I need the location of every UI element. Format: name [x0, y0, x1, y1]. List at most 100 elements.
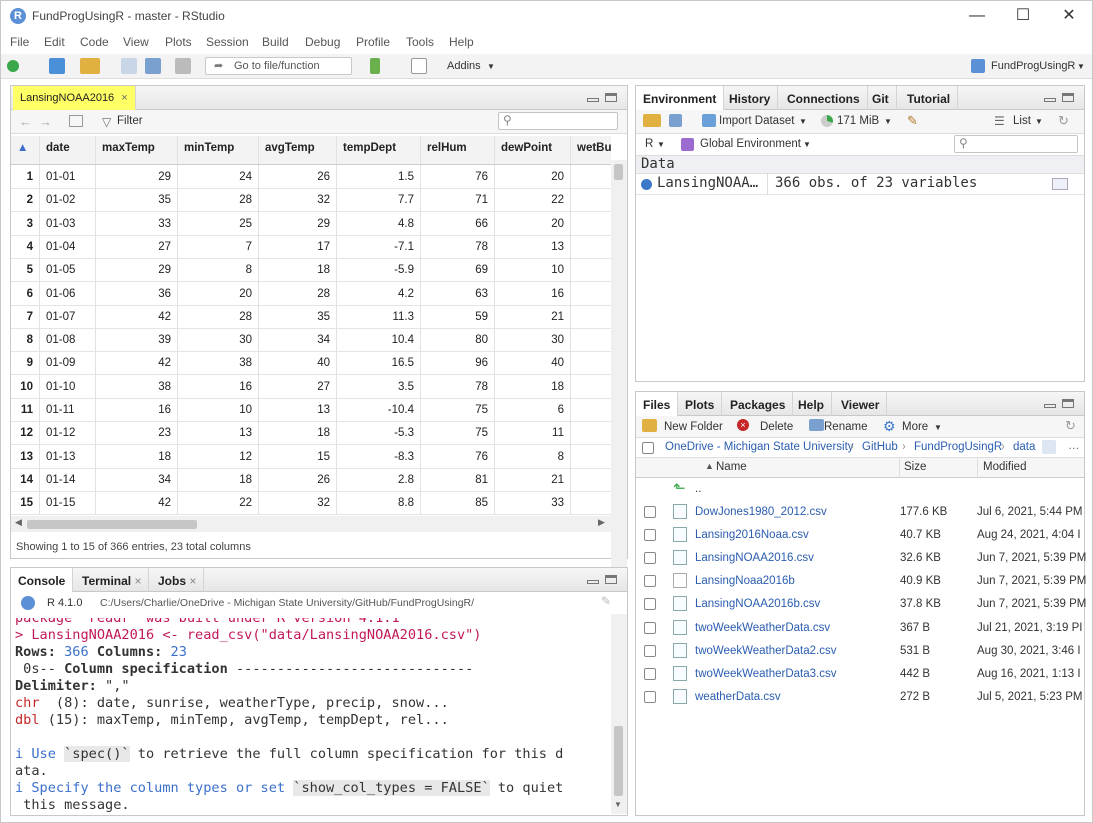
scroll-right-icon[interactable]: ▶	[598, 517, 605, 528]
workspace-panes-icon[interactable]	[411, 58, 427, 74]
expand-item-icon[interactable]	[641, 179, 652, 190]
col-header-dewpoint[interactable]: dewPoint	[495, 136, 571, 164]
save-workspace-icon[interactable]	[669, 114, 682, 127]
tab-console[interactable]: Console	[11, 568, 74, 592]
import-dataset-button[interactable]: Import Dataset	[719, 115, 794, 127]
grid-hscroll-thumb[interactable]	[27, 520, 197, 529]
sort-icon[interactable]: ▲	[11, 136, 40, 164]
file-row-parent[interactable]: ⬑ ..	[636, 478, 1084, 501]
file-checkbox[interactable]	[644, 644, 656, 657]
rename-button[interactable]: Rename	[824, 421, 867, 433]
tab-viewer[interactable]: Viewer	[834, 392, 888, 416]
view-data-icon[interactable]	[1052, 178, 1068, 190]
minimize-button[interactable]: —	[957, 5, 997, 27]
project-menu[interactable]: FundProgUsingR	[991, 60, 1075, 72]
file-row[interactable]: Lansing2016Noaa.csv 40.7 KB Aug 24, 2021, …	[636, 524, 1084, 547]
tab-history[interactable]: History	[722, 86, 779, 110]
col-header-avgtemp[interactable]: avgTemp	[259, 136, 337, 164]
col-header-wetbulbtemp[interactable]: wetBulbTe	[571, 136, 611, 164]
scroll-left-icon[interactable]: ◀	[15, 517, 22, 528]
files-maximize-icon[interactable]	[1062, 399, 1074, 408]
new-project-icon[interactable]	[49, 58, 65, 74]
file-checkbox[interactable]	[644, 552, 656, 565]
menu-session[interactable]: Session	[206, 35, 249, 49]
file-row[interactable]: LansingNOAA2016.csv 32.6 KB Jun 7, 2021, 5…	[636, 547, 1086, 570]
menu-tools[interactable]: Tools	[406, 35, 434, 49]
environment-search-input[interactable]: ⚲	[954, 135, 1078, 153]
file-checkbox[interactable]	[644, 667, 656, 680]
files-minimize-icon[interactable]	[1044, 404, 1056, 408]
refresh-icon[interactable]: ↻	[1058, 113, 1069, 129]
col-header-relhum[interactable]: relHum	[421, 136, 495, 164]
filter-icon[interactable]: ▽	[102, 115, 111, 129]
memory-usage[interactable]: 171 MiB	[837, 115, 879, 127]
menu-plots[interactable]: Plots	[165, 35, 192, 49]
file-row[interactable]: LansingNoaa2016b 40.9 KB Jun 7, 2021, 5:39…	[636, 570, 1086, 593]
file-row[interactable]: DowJones1980_2012.csv 177.6 KB Jul 6, 2021…	[636, 501, 1084, 524]
grid-vertical-scrollbar[interactable]	[611, 160, 627, 590]
file-row[interactable]: weatherData.csv 272 B Jul 5, 2021, 5:23 PM	[636, 686, 1084, 709]
git-icon[interactable]	[370, 58, 380, 74]
addins-menu[interactable]: Addins	[447, 60, 481, 72]
clear-console-icon[interactable]: ✎	[601, 594, 611, 608]
select-all-checkbox[interactable]	[642, 442, 654, 454]
forward-arrow-icon[interactable]: →	[39, 114, 52, 129]
header-size[interactable]: Size	[899, 458, 926, 478]
console-scroll-down-icon[interactable]: ▼	[614, 800, 622, 809]
file-name[interactable]: Lansing2016Noaa.csv	[695, 529, 809, 541]
env-maximize-icon[interactable]	[1062, 93, 1074, 102]
breadcrumb-onedrive[interactable]: OneDrive - Michigan State University	[665, 441, 854, 453]
header-name[interactable]: Name	[716, 461, 747, 473]
menu-file[interactable]: File	[10, 35, 29, 49]
header-modified[interactable]: Modified	[977, 458, 1026, 478]
file-name[interactable]: weatherData.csv	[695, 691, 781, 703]
tab-tutorial[interactable]: Tutorial	[900, 86, 959, 110]
tab-git[interactable]: Git	[865, 86, 897, 110]
env-minimize-icon[interactable]	[1044, 98, 1056, 102]
console-minimize-icon[interactable]	[587, 580, 599, 584]
new-file-icon[interactable]	[7, 60, 19, 72]
more-button[interactable]: More	[902, 421, 928, 433]
file-name[interactable]: twoWeekWeatherData3.csv	[695, 668, 836, 680]
file-checkbox[interactable]	[644, 529, 656, 542]
file-checkbox[interactable]	[644, 598, 656, 611]
filter-button[interactable]: Filter	[117, 115, 143, 127]
maximize-button[interactable]: ☐	[1003, 5, 1043, 27]
tab-jobs[interactable]: Jobs ×	[151, 568, 205, 592]
console-maximize-icon[interactable]	[605, 575, 617, 584]
jobs-close-icon[interactable]: ×	[189, 574, 196, 588]
file-row[interactable]: twoWeekWeatherData.csv 367 B Jul 21, 2021,…	[636, 617, 1084, 640]
tab-connections[interactable]: Connections	[780, 86, 868, 110]
tab-files[interactable]: Files	[636, 392, 679, 416]
popout-icon[interactable]	[69, 115, 83, 127]
load-workspace-icon[interactable]	[643, 114, 661, 127]
col-header-mintemp[interactable]: minTemp	[178, 136, 259, 164]
file-checkbox[interactable]	[644, 690, 656, 703]
file-row[interactable]: LansingNOAA2016b.csv 37.8 KB Jun 7, 2021, …	[636, 593, 1086, 616]
env-item-lansingnoaa2016[interactable]: LansingNOAA… 366 obs. of 23 variables	[636, 174, 1084, 195]
menu-edit[interactable]: Edit	[44, 35, 65, 49]
console-scrollbar[interactable]: ▼	[611, 614, 627, 814]
breadcrumb-project[interactable]: FundProgUsingR	[914, 441, 1002, 453]
grid-vscroll-thumb[interactable]	[614, 164, 623, 180]
broom-icon[interactable]: ✎	[907, 113, 918, 129]
files-refresh-icon[interactable]: ↻	[1065, 418, 1076, 434]
console-output[interactable]: package 'readr' was built under R versio…	[11, 618, 607, 818]
col-header-tempdept[interactable]: tempDept	[337, 136, 421, 164]
print-icon[interactable]	[175, 58, 191, 74]
viewer-search-input[interactable]: ⚲	[498, 112, 618, 130]
new-folder-button[interactable]: New Folder	[664, 421, 723, 433]
file-row[interactable]: twoWeekWeatherData3.csv 442 B Aug 16, 2021…	[636, 663, 1084, 686]
breadcrumb-more-icon[interactable]: …	[1068, 440, 1080, 452]
file-checkbox[interactable]	[644, 621, 656, 634]
tab-lansingnoaa2016[interactable]: LansingNOAA2016 ×	[13, 86, 136, 110]
col-header-maxtemp[interactable]: maxTemp	[96, 136, 178, 164]
tab-help[interactable]: Help	[791, 392, 833, 416]
breadcrumb-github[interactable]: GitHub	[862, 441, 898, 453]
goto-file-input[interactable]: ➦ Go to file/function	[205, 57, 352, 75]
tab-environment[interactable]: Environment	[636, 86, 725, 110]
file-name[interactable]: twoWeekWeatherData2.csv	[695, 645, 836, 657]
console-scroll-thumb[interactable]	[614, 726, 623, 796]
menu-code[interactable]: Code	[80, 35, 109, 49]
minimize-pane-icon[interactable]	[587, 98, 599, 102]
